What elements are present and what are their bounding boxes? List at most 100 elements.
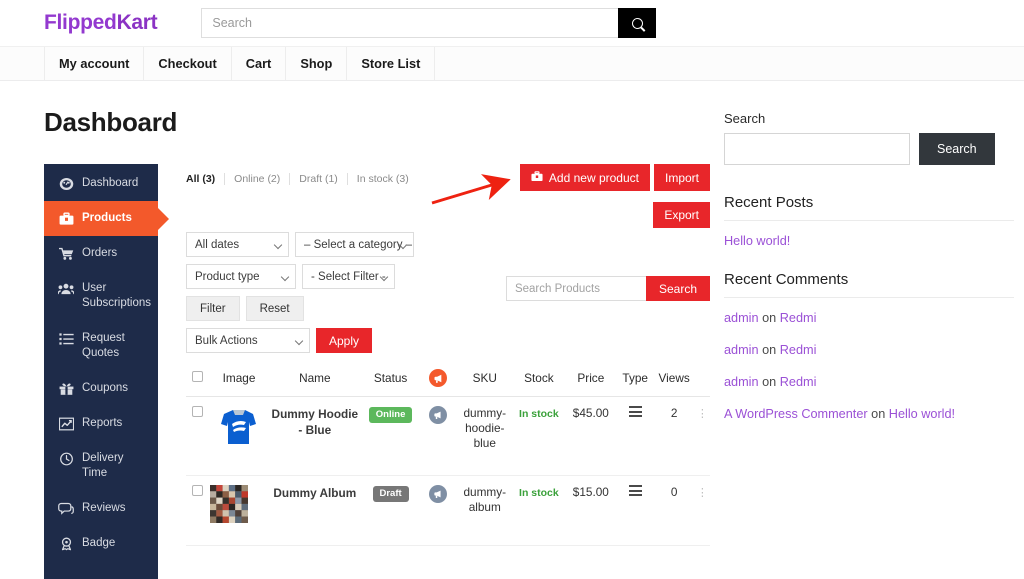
row-checkbox[interactable] <box>192 485 204 496</box>
product-action-buttons: Add new product Import Export <box>510 164 710 228</box>
category-filter-select[interactable]: – Select a category – <box>295 232 414 257</box>
comment-author-link[interactable]: admin <box>724 311 759 325</box>
products-panel: All (3) Online (2) Draft (1) In stock (3… <box>158 164 710 579</box>
sidebar-item-request-quotes[interactable]: Request Quotes <box>44 321 158 371</box>
product-type-filter-select[interactable]: Product type <box>186 264 296 289</box>
import-button[interactable]: Import <box>653 164 710 191</box>
site-logo[interactable]: FlippedKart <box>44 11 158 35</box>
status-link-all[interactable]: All (3) <box>186 173 226 185</box>
product-name[interactable]: Dummy Hoodie - Blue <box>272 407 359 437</box>
th-sku[interactable]: SKU <box>456 369 513 397</box>
th-name[interactable]: Name <box>268 369 362 397</box>
site-header: FlippedKart <box>0 0 1024 47</box>
comment-post-link[interactable]: Redmi <box>780 343 817 357</box>
sidebar-item-label: Reviews <box>82 502 126 514</box>
select-all-checkbox[interactable] <box>192 371 204 382</box>
th-views[interactable]: Views <box>653 369 695 397</box>
list-icon <box>628 485 642 496</box>
divider <box>724 220 1014 221</box>
comment-author-link[interactable]: admin <box>724 343 759 357</box>
nav-item-checkout[interactable]: Checkout <box>144 47 232 80</box>
header-search-button[interactable] <box>618 8 657 38</box>
sidebar-item-reviews[interactable]: Reviews <box>44 491 158 526</box>
header-search-input[interactable] <box>201 8 619 38</box>
sidebar-item-delivery-time[interactable]: Delivery Time <box>44 441 158 491</box>
gift-icon <box>58 381 74 396</box>
status-link-in-stock[interactable]: In stock (3) <box>357 173 418 185</box>
row-views-cell: 0 <box>653 475 695 546</box>
comment-post-link[interactable]: Redmi <box>780 375 817 389</box>
product-search-button[interactable]: Search <box>645 276 710 301</box>
sidebar-item-label: Reports <box>82 417 123 429</box>
row-more-cell[interactable]: ⋮ <box>694 396 710 476</box>
row-select-cell <box>186 475 210 546</box>
widget-sidebar: Search Search Recent Posts Hello world! … <box>710 81 1014 579</box>
sidebar-item-dashboard[interactable]: Dashboard <box>44 166 158 201</box>
sidebar-item-reports[interactable]: Reports <box>44 406 158 441</box>
bulk-actions-value: Bulk Actions <box>195 334 258 347</box>
nav-item-my-account[interactable]: My account <box>44 47 145 80</box>
clock-icon <box>58 451 74 466</box>
row-status-cell: Online <box>361 396 420 476</box>
chevron-down-icon <box>280 272 290 282</box>
sidebar-item-user-subscriptions[interactable]: User Subscriptions <box>44 271 158 321</box>
stock-status: In stock <box>519 487 559 499</box>
sidebar-item-coupons[interactable]: Coupons <box>44 371 158 406</box>
recent-posts-title: Recent Posts <box>724 194 814 211</box>
status-link-draft[interactable]: Draft (1) <box>299 173 348 185</box>
product-search-input[interactable] <box>505 276 646 301</box>
th-select-all <box>186 369 210 397</box>
comment-post-link[interactable]: Redmi <box>780 311 817 325</box>
th-price[interactable]: Price <box>564 369 617 397</box>
nav-item-store-list[interactable]: Store List <box>347 47 436 80</box>
cart-icon <box>58 246 74 261</box>
product-name[interactable]: Dummy Album <box>273 486 356 500</box>
widget-search-button[interactable]: Search <box>919 133 995 165</box>
reset-button[interactable]: Reset <box>245 296 304 321</box>
dashboard-layout: Dashboard Products Orders User Subscript… <box>44 164 710 579</box>
nav-item-cart[interactable]: Cart <box>232 47 287 80</box>
widget-search-input[interactable] <box>724 133 910 165</box>
toolbox-icon <box>531 171 543 184</box>
recent-comments-list: admin on Redmi admin on Redmi admin on R… <box>724 311 1014 422</box>
list-item: admin on Redmi <box>724 375 1014 390</box>
product-filters: All dates – Select a category – Product … <box>186 232 710 353</box>
list-item: Hello world! <box>724 234 1014 249</box>
gauge-icon <box>58 176 74 191</box>
th-type[interactable]: Type <box>616 369 654 397</box>
row-name-cell: Dummy Hoodie - Blue <box>268 396 362 476</box>
comment-author-link[interactable]: A WordPress Commenter <box>724 407 868 421</box>
th-status[interactable]: Status <box>361 369 420 397</box>
product-thumbnail[interactable] <box>209 485 248 523</box>
megaphone-icon[interactable] <box>429 406 448 424</box>
row-megaphone-cell <box>419 396 457 476</box>
select-filter-value: - Select Filter - <box>311 270 386 283</box>
dates-filter-select[interactable]: All dates <box>186 232 289 257</box>
apply-button[interactable]: Apply <box>316 328 373 353</box>
recent-post-link[interactable]: Hello world! <box>724 234 790 248</box>
sidebar-item-orders[interactable]: Orders <box>44 236 158 271</box>
divider <box>724 297 1014 298</box>
row-checkbox[interactable] <box>192 406 204 417</box>
row-more-cell[interactable]: ⋮ <box>694 475 710 546</box>
th-more <box>694 369 710 397</box>
row-price-cell: $15.00 <box>564 475 617 546</box>
comment-post-link[interactable]: Hello world! <box>889 407 955 421</box>
product-thumbnail[interactable] <box>220 406 259 450</box>
sidebar-item-badge[interactable]: Badge <box>44 526 158 561</box>
nav-item-shop[interactable]: Shop <box>286 47 348 80</box>
status-link-online[interactable]: Online (2) <box>234 173 291 185</box>
filter-button[interactable]: Filter <box>186 296 240 321</box>
add-new-product-button[interactable]: Add new product <box>519 164 650 191</box>
sidebar-item-products[interactable]: Products <box>44 201 158 236</box>
export-button[interactable]: Export <box>653 202 710 228</box>
comment-author-link[interactable]: admin <box>724 375 759 389</box>
row-select-cell <box>186 396 210 476</box>
th-image[interactable]: Image <box>209 369 269 397</box>
bulk-actions-select[interactable]: Bulk Actions <box>186 328 310 353</box>
th-stock[interactable]: Stock <box>512 369 565 397</box>
megaphone-icon[interactable] <box>429 485 448 503</box>
select-filter-select[interactable]: - Select Filter - <box>302 264 395 289</box>
comment-on-text: on <box>762 375 777 389</box>
sidebar-item-label: Products <box>82 212 132 224</box>
